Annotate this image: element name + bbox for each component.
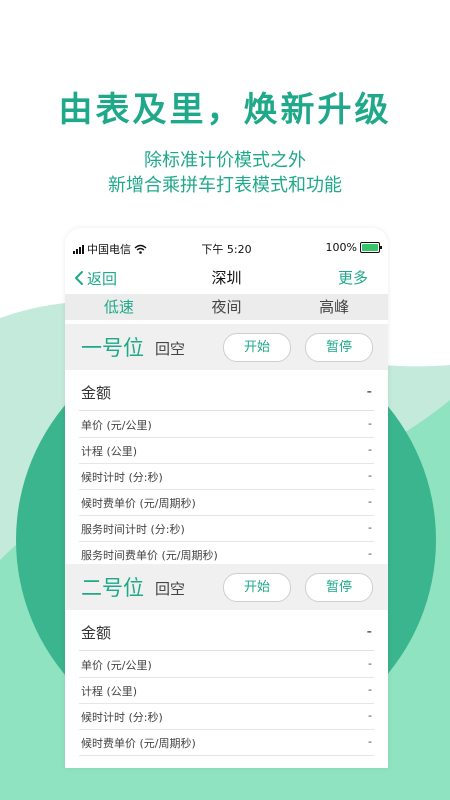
seat2-state: 回空 [155,580,186,598]
battery-icon [360,242,382,253]
row-value: - [368,495,372,508]
row-label: 服务时间计时 (分:秒) [81,523,185,536]
seat2-row-wait-timer: 候时计时 (分:秒) - [79,703,374,730]
navigation-bar: 返回 深圳 更多 [65,264,388,292]
seat1-header: 一号位 回空 开始 暂停 [65,324,388,370]
seat2-row-unit-price: 单价 (元/公里) - [79,651,374,678]
row-value: - [368,521,372,534]
seat2-start-button[interactable]: 开始 [223,573,291,602]
row-label: 候时费单价 (元/周期秒) [81,497,196,510]
seat1-row-wait-timer: 候时计时 (分:秒) - [79,463,374,490]
row-value: - [368,443,372,456]
phone-screen: 中国电信 下午 5:20 100% 返回 深圳 更多 低速 夜间 高峰 一号位 … [65,228,388,768]
row-label: 单价 (元/公里) [81,419,152,432]
hero-subtitle-line2: 新增合乘拼车打表模式和功能 [108,175,342,196]
hero-subtitle-line1: 除标准计价模式之外 [144,150,306,171]
seat1-name: 一号位 [81,336,144,360]
seat2-header: 二号位 回空 开始 暂停 [65,564,388,610]
row-value: - [368,417,372,430]
seat1-pause-button[interactable]: 暂停 [305,333,373,362]
row-label: 候时计时 (分:秒) [81,471,163,484]
amount-label: 金额 [81,384,112,402]
status-bar: 中国电信 下午 5:20 100% [65,228,388,264]
battery-fill [362,244,378,251]
hero-title: 由表及里，焕新升级 [58,90,392,130]
seat1-start-button[interactable]: 开始 [223,333,291,362]
row-value: - [368,547,372,560]
more-button[interactable]: 更多 [338,264,368,292]
seat1-row-unit-price: 单价 (元/公里) - [79,411,374,438]
row-label: 候时计时 (分:秒) [81,711,163,724]
tab-night[interactable]: 夜间 [173,294,281,320]
amount-label: 金额 [81,624,112,642]
battery-percent: 100% [325,241,357,254]
mode-tabs: 低速 夜间 高峰 [65,294,388,320]
seat1-amount-row: 金额 - [79,370,374,411]
row-label: 候时费单价 (元/周期秒) [81,737,196,750]
seat1-row-distance: 计程 (公里) - [79,437,374,464]
row-value: - [368,683,372,696]
row-value: - [368,735,372,748]
seat2-name: 二号位 [81,576,144,600]
row-value: - [368,657,372,670]
amount-value: - [366,622,372,640]
seat2-row-wait-price: 候时费单价 (元/周期秒) - [79,729,374,756]
seat2-amount-row: 金额 - [79,610,374,651]
row-label: 计程 (公里) [81,445,138,458]
row-label: 计程 (公里) [81,685,138,698]
tab-peak[interactable]: 高峰 [280,294,388,320]
seat1-state: 回空 [155,340,186,358]
tab-low-speed[interactable]: 低速 [65,294,173,320]
seat2-pause-button[interactable]: 暂停 [305,573,373,602]
seat1-row-wait-price: 候时费单价 (元/周期秒) - [79,489,374,516]
amount-value: - [366,382,372,400]
row-value: - [368,469,372,482]
row-label: 单价 (元/公里) [81,659,152,672]
row-label: 服务时间费单价 (元/周期秒) [81,549,218,562]
seat1-row-service-timer: 服务时间计时 (分:秒) - [79,515,374,542]
seat2-row-distance: 计程 (公里) - [79,677,374,704]
row-value: - [368,709,372,722]
